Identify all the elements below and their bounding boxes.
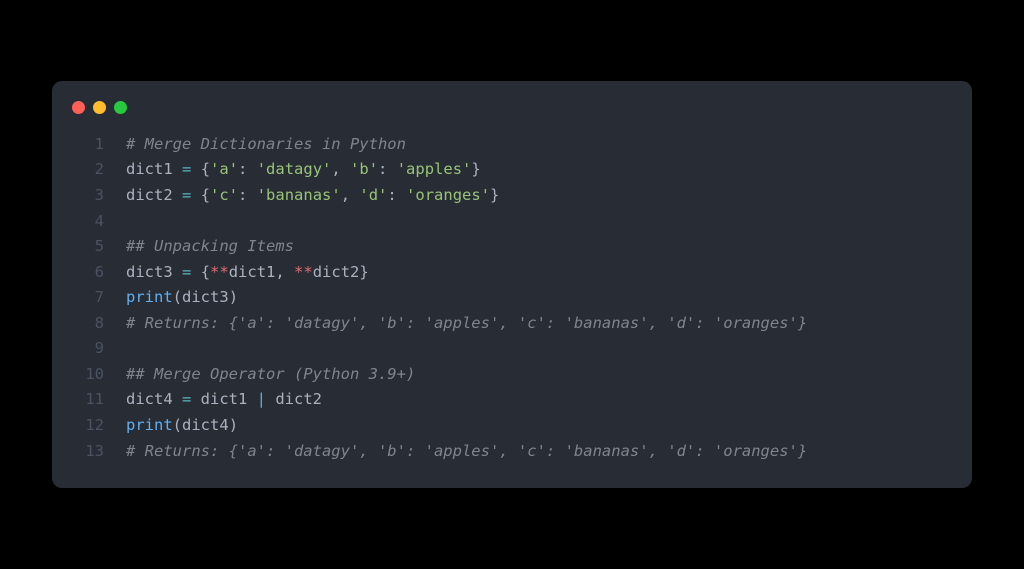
line-number: 10 bbox=[72, 362, 104, 388]
code-line: 4 bbox=[52, 209, 972, 235]
token: ( bbox=[173, 416, 182, 434]
token: ) bbox=[229, 416, 238, 434]
token: { bbox=[201, 160, 210, 178]
code-line: 2 dict1 = {'a': 'datagy', 'b': 'apples'} bbox=[52, 157, 972, 183]
token: ( bbox=[173, 288, 182, 306]
token: 'oranges' bbox=[406, 186, 490, 204]
line-number: 2 bbox=[72, 157, 104, 183]
token: : bbox=[387, 186, 406, 204]
token: , bbox=[275, 263, 294, 281]
line-number: 7 bbox=[72, 285, 104, 311]
token: dict2 bbox=[313, 263, 360, 281]
token bbox=[191, 263, 200, 281]
code-block: 1 # Merge Dictionaries in Python 2 dict1 = … bbox=[52, 132, 972, 464]
token bbox=[191, 186, 200, 204]
token: ## Unpacking Items bbox=[126, 237, 294, 255]
line-content: dict4 = dict1 | dict2 bbox=[126, 387, 322, 413]
line-content: print(dict3) bbox=[126, 285, 238, 311]
token: : bbox=[238, 160, 257, 178]
maximize-icon[interactable] bbox=[114, 101, 127, 114]
code-line: 6dict3 = {**dict1, **dict2} bbox=[52, 260, 972, 286]
line-number: 5 bbox=[72, 234, 104, 260]
code-line: 7 print(dict3) bbox=[52, 285, 972, 311]
token: dict1 bbox=[229, 263, 276, 281]
token: 'c' bbox=[210, 186, 238, 204]
code-line: 1 # Merge Dictionaries in Python bbox=[52, 132, 972, 158]
line-number: 12 bbox=[72, 413, 104, 439]
token: dict2 bbox=[266, 390, 322, 408]
token: dict1 bbox=[126, 160, 182, 178]
line-number: 11 bbox=[72, 387, 104, 413]
line-content bbox=[126, 209, 135, 235]
line-content: dict3 = {**dict1, **dict2} bbox=[126, 260, 369, 286]
code-line: 3 dict2 = {'c': 'bananas', 'd': 'oranges'… bbox=[52, 183, 972, 209]
window-titlebar bbox=[52, 101, 972, 132]
line-content: dict2 = {'c': 'bananas', 'd': 'oranges'} bbox=[126, 183, 499, 209]
line-number: 1 bbox=[72, 132, 104, 158]
token: = bbox=[182, 263, 191, 281]
token: 'b' bbox=[350, 160, 378, 178]
token: | bbox=[257, 390, 266, 408]
token: , bbox=[341, 186, 360, 204]
token: 'bananas' bbox=[257, 186, 341, 204]
line-number: 4 bbox=[72, 209, 104, 235]
line-content: print(dict4) bbox=[126, 413, 238, 439]
token: = bbox=[182, 390, 191, 408]
line-number: 13 bbox=[72, 439, 104, 465]
line-content: dict1 = {'a': 'datagy', 'b': 'apples'} bbox=[126, 157, 481, 183]
token: ## Merge Operator (Python 3.9+) bbox=[126, 365, 415, 383]
token: = bbox=[182, 160, 191, 178]
token: dict4 bbox=[182, 416, 229, 434]
code-line: 5 ## Unpacking Items bbox=[52, 234, 972, 260]
token: dict3 bbox=[182, 288, 229, 306]
token: dict3 bbox=[126, 263, 182, 281]
token: print bbox=[126, 416, 173, 434]
close-icon[interactable] bbox=[72, 101, 85, 114]
code-line: 13 # Returns: {'a': 'datagy', 'b': 'apple… bbox=[52, 439, 972, 465]
token: dict4 bbox=[126, 390, 182, 408]
code-line: 9 bbox=[52, 336, 972, 362]
code-line: 8 # Returns: {'a': 'datagy', 'b': 'apples… bbox=[52, 311, 972, 337]
token: dict2 bbox=[126, 186, 182, 204]
token: , bbox=[331, 160, 350, 178]
token: ** bbox=[294, 263, 313, 281]
token: } bbox=[471, 160, 480, 178]
token: = bbox=[182, 186, 191, 204]
token: 'd' bbox=[359, 186, 387, 204]
line-content bbox=[126, 336, 135, 362]
token: dict1 bbox=[191, 390, 256, 408]
line-content: # Returns: {'a': 'datagy', 'b': 'apples'… bbox=[126, 439, 807, 465]
token bbox=[191, 160, 200, 178]
token: # Merge Dictionaries in Python bbox=[126, 135, 406, 153]
token: print bbox=[126, 288, 173, 306]
token: 'apples' bbox=[397, 160, 472, 178]
token: 'a' bbox=[210, 160, 238, 178]
token: { bbox=[201, 263, 210, 281]
line-number: 3 bbox=[72, 183, 104, 209]
token: } bbox=[359, 263, 368, 281]
line-number: 9 bbox=[72, 336, 104, 362]
token: { bbox=[201, 186, 210, 204]
minimize-icon[interactable] bbox=[93, 101, 106, 114]
token: 'datagy' bbox=[257, 160, 332, 178]
token: # Returns: {'a': 'datagy', 'b': 'apples'… bbox=[126, 442, 807, 460]
line-content: ## Unpacking Items bbox=[126, 234, 294, 260]
line-number: 8 bbox=[72, 311, 104, 337]
line-content: ## Merge Operator (Python 3.9+) bbox=[126, 362, 415, 388]
token: } bbox=[490, 186, 499, 204]
code-line: 11 dict4 = dict1 | dict2 bbox=[52, 387, 972, 413]
code-line: 10 ## Merge Operator (Python 3.9+) bbox=[52, 362, 972, 388]
line-content: # Returns: {'a': 'datagy', 'b': 'apples'… bbox=[126, 311, 807, 337]
code-window: 1 # Merge Dictionaries in Python 2 dict1 = … bbox=[52, 81, 972, 488]
token: : bbox=[378, 160, 397, 178]
code-line: 12 print(dict4) bbox=[52, 413, 972, 439]
token: # Returns: {'a': 'datagy', 'b': 'apples'… bbox=[126, 314, 807, 332]
line-content: # Merge Dictionaries in Python bbox=[126, 132, 406, 158]
line-number: 6 bbox=[72, 260, 104, 286]
token: ) bbox=[229, 288, 238, 306]
token: : bbox=[238, 186, 257, 204]
token: ** bbox=[210, 263, 229, 281]
